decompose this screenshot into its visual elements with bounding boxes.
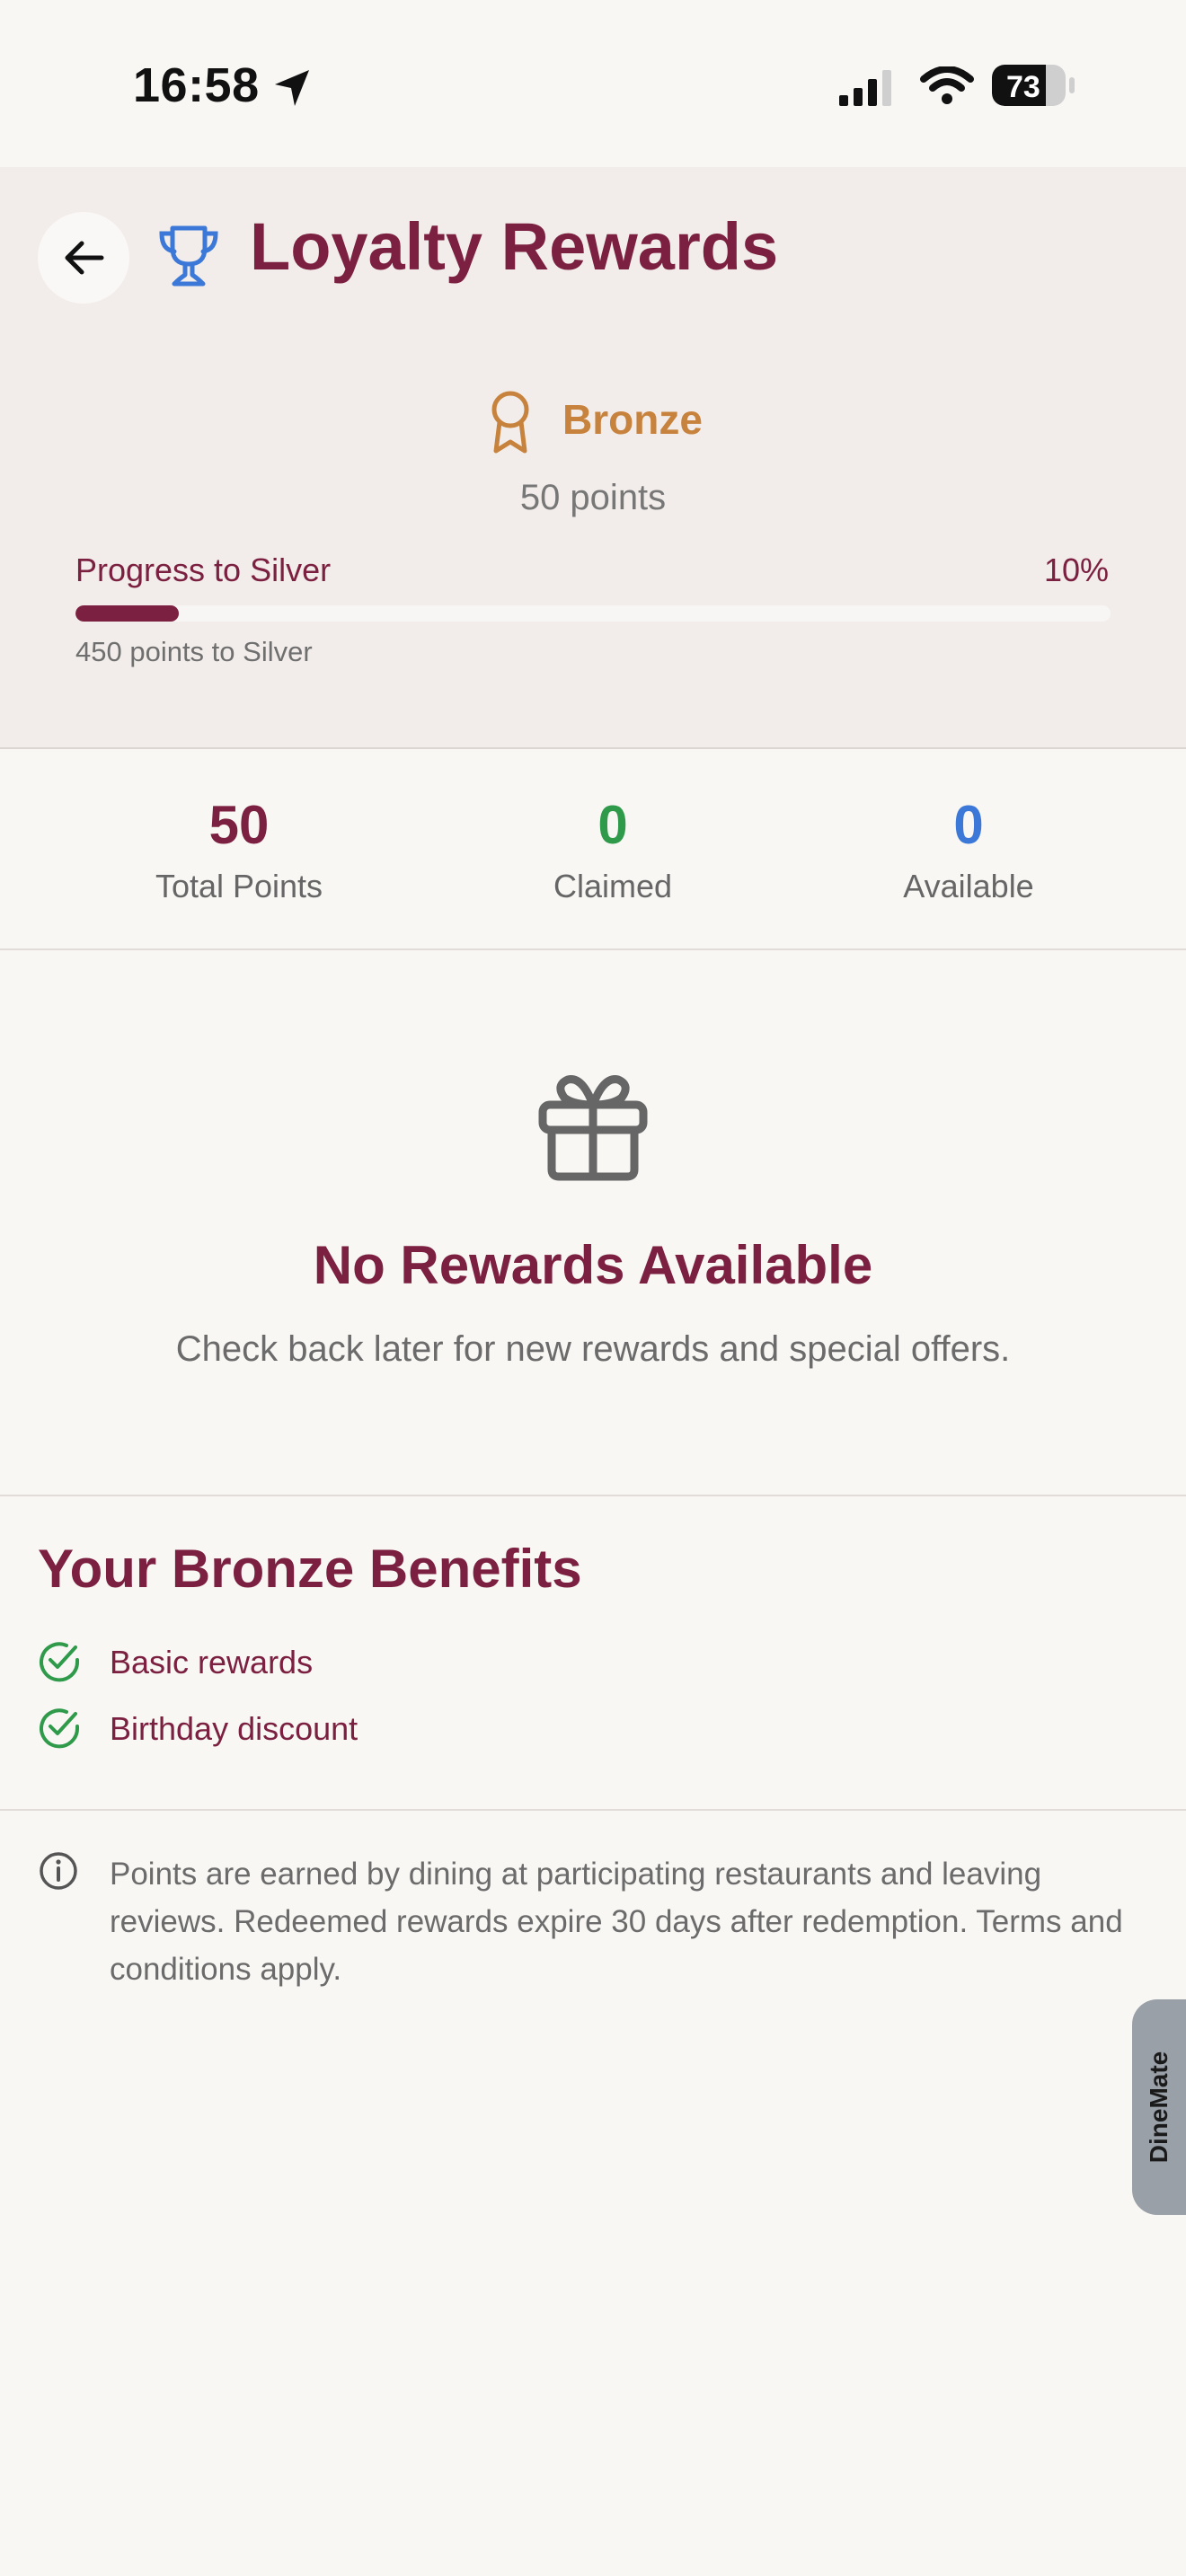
progress-remaining: 450 points to Silver (75, 636, 313, 667)
page-title: Loyalty Rewards (250, 209, 779, 284)
stat-value: 0 (597, 795, 628, 855)
empty-state-title: No Rewards Available (313, 1235, 873, 1295)
battery-cap (1069, 77, 1075, 93)
benefit-label: Birthday discount (110, 1710, 358, 1747)
progress-bar (75, 605, 1111, 622)
stat-label: Total Points (155, 868, 323, 904)
stat-label: Available (903, 868, 1034, 904)
empty-state-description: Check back later for new rewards and spe… (175, 1329, 1011, 1369)
signal-icon (839, 70, 891, 106)
check-circle-icon (40, 1642, 80, 1682)
stat-value: 0 (953, 795, 984, 855)
battery-level: 73 (1006, 70, 1040, 104)
terms-note: Points are earned by dining at participa… (110, 1857, 1123, 1987)
tier-name: Bronze (562, 396, 703, 443)
award-ribbon-icon (491, 391, 529, 454)
arrow-left-icon (65, 241, 104, 275)
location-arrow-icon (275, 70, 309, 106)
section-divider (0, 1495, 1186, 1496)
benefit-label: Basic rewards (110, 1644, 314, 1681)
section-divider (0, 1809, 1186, 1811)
wifi-icon (920, 66, 974, 104)
info-icon (40, 1852, 77, 1890)
dinemate-side-tab[interactable]: DineMate (1132, 1999, 1186, 2215)
trophy-icon (159, 225, 218, 287)
stat-value: 50 (208, 795, 270, 855)
progress-percent: 10% (1043, 551, 1109, 588)
tier-points: 50 points (519, 478, 667, 517)
battery-icon: 73 (992, 65, 1066, 106)
back-button[interactable] (38, 212, 129, 304)
gift-icon (538, 1075, 648, 1181)
status-time: 16:58 (133, 58, 260, 112)
side-tab-label: DineMate (1145, 2051, 1173, 2164)
progress-label: Progress to Silver (75, 551, 332, 588)
progress-bar-fill (75, 605, 180, 622)
points-stats: 50 Total Points 0 Claimed 0 Available (0, 749, 1186, 950)
stat-label: Claimed (553, 868, 673, 904)
status-bar: 16:58 73 (0, 0, 1186, 167)
check-circle-icon (40, 1708, 80, 1749)
benefits-title: Your Bronze Benefits (38, 1539, 582, 1599)
